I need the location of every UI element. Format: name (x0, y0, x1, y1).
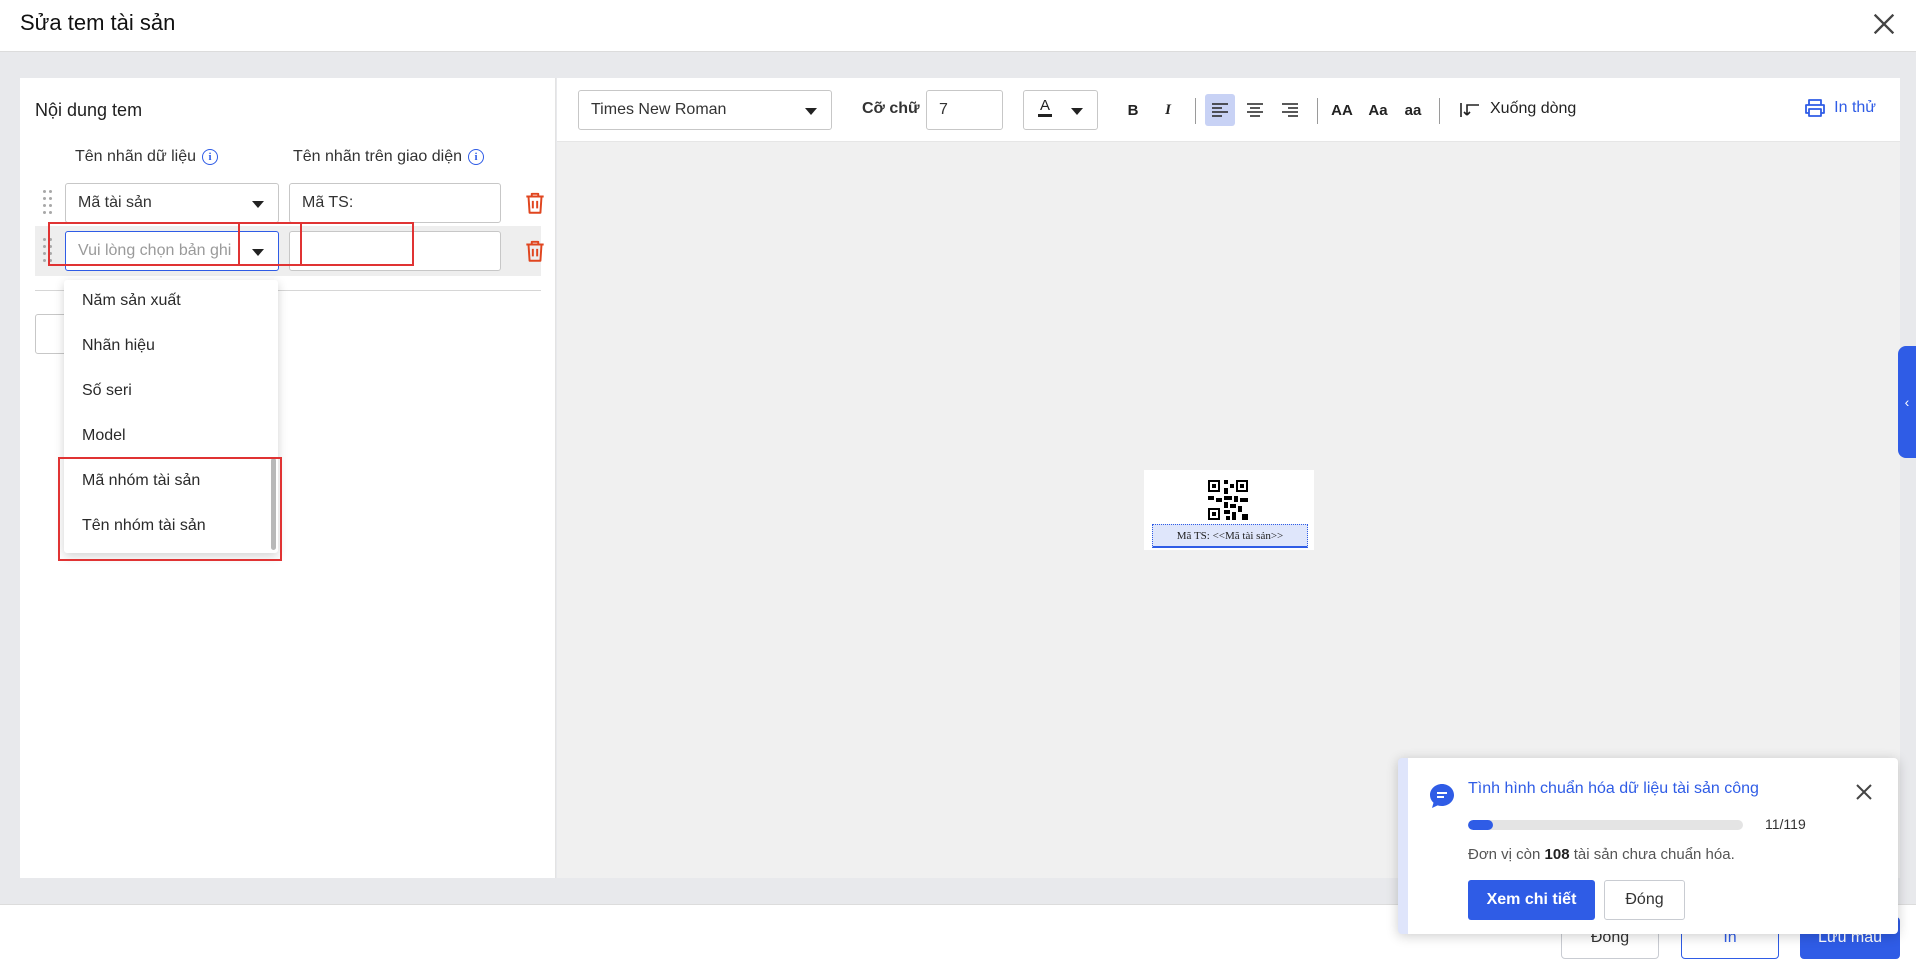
progress-bar (1468, 820, 1743, 830)
toast-message-prefix: Đơn vị còn (1468, 846, 1541, 863)
text-color-button[interactable]: A (1023, 90, 1098, 130)
data-field-select[interactable]: Mã tài sản (65, 183, 279, 223)
lowercase-button[interactable]: aa (1398, 94, 1428, 126)
drag-handle-icon[interactable] (43, 190, 55, 214)
ui-label-input[interactable] (289, 231, 501, 271)
wrap-text-button[interactable] (1455, 94, 1485, 126)
dropdown-option[interactable]: Nhãn hiệu (64, 325, 278, 370)
toast-message: Đơn vị còn 108 tài sản chưa chuẩn hóa. (1468, 846, 1735, 863)
uppercase-button[interactable]: AA (1327, 94, 1357, 126)
column-header-ui-label: Tên nhãn trên giao diện i (293, 148, 485, 166)
dropdown-option[interactable]: Model (64, 415, 278, 460)
font-select[interactable]: Times New Roman (578, 90, 832, 130)
text-color-icon: A (1038, 98, 1053, 117)
chevron-left-icon: ‹ (1904, 394, 1910, 410)
titlecase-button[interactable]: Aa (1363, 94, 1393, 126)
printer-icon (1805, 99, 1826, 117)
caret-down-icon (1071, 108, 1083, 115)
toolbar-separator (1317, 98, 1318, 124)
data-field-dropdown: Năm sản xuất Nhãn hiệu Số seri Model Mã … (64, 280, 278, 553)
data-field-select-placeholder: Vui lòng chọn bản ghi (78, 242, 232, 259)
qr-code-icon (1208, 480, 1248, 520)
dialog-header: Sửa tem tài sản (0, 0, 1916, 52)
dialog-title: Sửa tem tài sản (20, 10, 176, 35)
panel-heading: Nội dung tem (35, 100, 143, 120)
drag-handle-icon[interactable] (43, 238, 55, 262)
align-left-icon (1212, 103, 1228, 117)
toast-message-suffix: tài sản chưa chuẩn hóa. (1573, 846, 1735, 863)
font-select-value: Times New Roman (591, 101, 727, 118)
wrap-text-icon (1460, 103, 1479, 117)
align-right-icon (1282, 103, 1298, 117)
align-center-button[interactable] (1240, 94, 1270, 126)
toast-title: Tình hình chuẩn hóa dữ liệu tài sản công (1468, 780, 1759, 797)
trash-icon[interactable] (522, 190, 548, 216)
ui-label-input-value: Mã TS: (302, 194, 354, 211)
italic-button[interactable]: I (1153, 94, 1183, 126)
trash-icon[interactable] (522, 238, 548, 264)
field-row: Mã tài sản Mã TS: (35, 178, 544, 228)
font-size-value: 7 (939, 101, 948, 118)
column-header-data-label: Tên nhãn dữ liệu i (75, 148, 219, 166)
caret-down-icon (252, 249, 264, 256)
toast-close-button[interactable]: Đóng (1604, 880, 1685, 920)
data-field-select-value: Mã tài sản (78, 194, 152, 211)
toolbar-separator (1195, 98, 1196, 124)
close-icon[interactable] (1852, 780, 1876, 804)
info-icon[interactable]: i (468, 149, 485, 165)
dropdown-option[interactable]: Tên nhóm tài sản (64, 505, 278, 550)
column-header-ui-label-text: Tên nhãn trên giao diện (293, 148, 463, 165)
print-test-button[interactable]: In thử (1804, 98, 1876, 118)
dropdown-option[interactable]: Năm sản xuất (64, 280, 278, 325)
data-field-select[interactable]: Vui lòng chọn bản ghi (65, 231, 279, 271)
wrap-text-label[interactable]: Xuống dòng (1490, 100, 1576, 118)
font-size-input[interactable]: 7 (926, 90, 1003, 130)
column-header-data-label-text: Tên nhãn dữ liệu (75, 148, 197, 165)
dropdown-scrollbar[interactable] (271, 458, 276, 550)
dropdown-option[interactable]: Số seri (64, 370, 278, 415)
font-size-label: Cỡ chữ (862, 100, 920, 117)
info-icon[interactable]: i (202, 149, 219, 165)
label-preview: Mã TS: <<Mã tài sản>> (1144, 470, 1314, 550)
align-right-button[interactable] (1275, 94, 1305, 126)
dropdown-option[interactable]: Mã nhóm tài sản (64, 460, 278, 505)
progress-count: 11/119 (1765, 816, 1806, 832)
side-panel-toggle[interactable]: ‹ (1898, 346, 1916, 458)
data-standardization-toast: Tình hình chuẩn hóa dữ liệu tài sản công… (1398, 758, 1898, 934)
progress-fill (1468, 820, 1494, 830)
format-toolbar: Times New Roman Cỡ chữ 7 A B I AA Aa aa (557, 78, 1900, 142)
close-icon[interactable] (1870, 10, 1898, 38)
align-left-button[interactable] (1205, 94, 1235, 126)
view-details-button[interactable]: Xem chi tiết (1468, 880, 1595, 920)
caret-down-icon (805, 108, 817, 115)
ui-label-input[interactable]: Mã TS: (289, 183, 501, 223)
caret-down-icon (252, 201, 264, 208)
label-text-element[interactable]: Mã TS: <<Mã tài sản>> (1152, 524, 1308, 548)
bold-button[interactable]: B (1118, 94, 1148, 126)
toast-message-count: 108 (1544, 846, 1570, 863)
field-row: Vui lòng chọn bản ghi (35, 226, 544, 276)
toolbar-separator (1439, 98, 1440, 124)
print-test-label: In thử (1834, 99, 1876, 116)
chat-icon (1430, 784, 1454, 808)
align-center-icon (1247, 103, 1263, 117)
